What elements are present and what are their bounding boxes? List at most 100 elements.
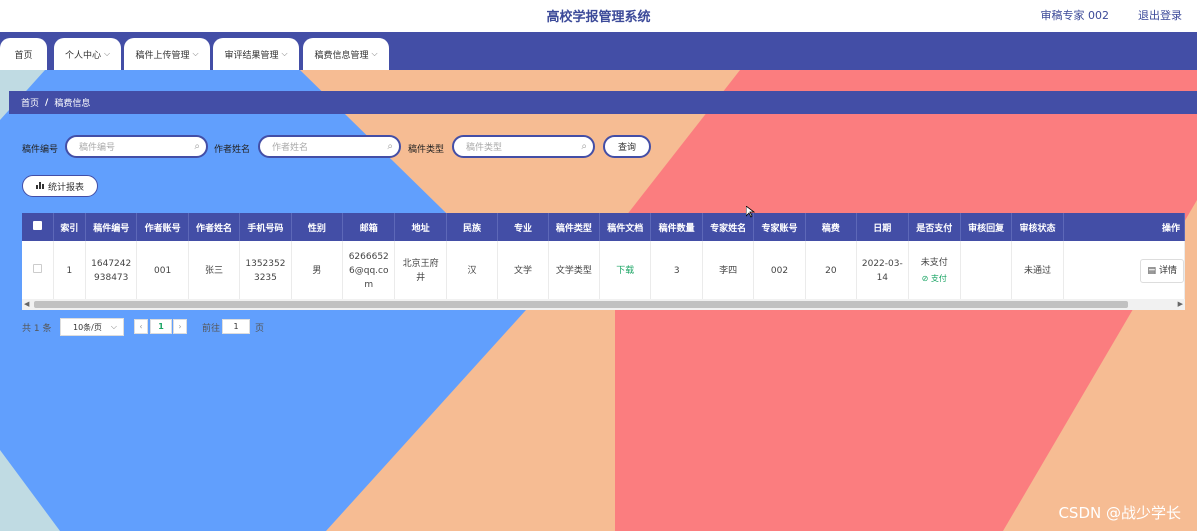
breadcrumb-separator: / bbox=[45, 97, 49, 108]
cell-manuscript-no: 1647242938473 bbox=[85, 241, 138, 300]
cell-document: 下载 bbox=[599, 241, 652, 300]
pay-button[interactable]: ⊘ 支付 bbox=[912, 272, 957, 286]
manuscript-no-input[interactable]: 稿件编号 ⌕ bbox=[65, 135, 208, 158]
goto-page-input[interactable]: 1 bbox=[222, 319, 250, 334]
horizontal-scrollbar[interactable]: ◀ ▶ bbox=[22, 299, 1185, 310]
nav-manuscript-upload[interactable]: 稿件上传管理 ⌵ bbox=[124, 38, 210, 70]
download-link[interactable]: 下载 bbox=[616, 266, 634, 276]
row-select-cell[interactable] bbox=[22, 241, 54, 300]
query-button[interactable]: 查询 bbox=[603, 135, 651, 158]
main-nav: 首页 个人中心 ⌵ 稿件上传管理 ⌵ 审评结果管理 ⌵ 稿费信息管理 ⌵ bbox=[0, 32, 1197, 70]
breadcrumb: 首页 / 稿费信息 bbox=[9, 91, 1197, 114]
column-header: 稿件数量 bbox=[650, 213, 703, 241]
chevron-down-icon: ⌵ bbox=[281, 49, 288, 58]
column-header: 邮箱 bbox=[342, 213, 396, 241]
column-header: 索引 bbox=[53, 213, 87, 241]
page-number-current[interactable]: 1 bbox=[150, 319, 172, 334]
stats-report-label: 统计报表 bbox=[47, 182, 84, 193]
table-row: 1 1647242938473 001 张三 13523523235 男 626… bbox=[22, 241, 1185, 300]
cell-author-name: 张三 bbox=[188, 241, 241, 300]
cell-major: 文学 bbox=[497, 241, 549, 300]
nav-review-results[interactable]: 审评结果管理 ⌵ bbox=[213, 38, 299, 70]
pagination-total: 共 1 条 bbox=[22, 324, 52, 334]
nav-home[interactable]: 首页 bbox=[0, 38, 47, 70]
scroll-right-arrow-icon[interactable]: ▶ bbox=[1178, 300, 1183, 308]
nav-home-label: 首页 bbox=[14, 50, 33, 61]
author-name-input[interactable]: 作者姓名 ⌕ bbox=[258, 135, 401, 158]
cell-count: 3 bbox=[650, 241, 703, 300]
cell-address: 北京王府井 bbox=[394, 241, 447, 300]
column-header: 是否支付 bbox=[908, 213, 961, 241]
cell-expert-account: 002 bbox=[753, 241, 806, 300]
search-icon: ⌕ bbox=[387, 141, 393, 152]
detail-button-label: 详情 bbox=[1158, 265, 1177, 276]
row-checkbox[interactable] bbox=[32, 263, 42, 273]
select-all-header[interactable] bbox=[22, 213, 54, 241]
manuscript-no-label: 稿件编号 bbox=[22, 145, 59, 155]
cell-gender: 男 bbox=[291, 241, 344, 300]
scrollbar-thumb[interactable] bbox=[34, 301, 1128, 308]
breadcrumb-home[interactable]: 首页 bbox=[21, 96, 39, 109]
nav-fee-info[interactable]: 稿费信息管理 ⌵ bbox=[303, 38, 389, 70]
author-name-placeholder: 作者姓名 bbox=[272, 143, 309, 153]
stats-report-button[interactable]: 统计报表 bbox=[22, 175, 98, 197]
manuscript-type-input[interactable]: 稿件类型 ⌕ bbox=[452, 135, 595, 158]
manuscript-type-label: 稿件类型 bbox=[408, 145, 445, 155]
cell-expert-name: 李四 bbox=[702, 241, 755, 300]
system-title: 高校学报管理系统 bbox=[546, 10, 651, 25]
cell-date: 2022-03-14 bbox=[856, 241, 909, 300]
search-icon: ⌕ bbox=[194, 141, 200, 152]
nav-personal-center-label: 个人中心 bbox=[64, 50, 101, 61]
nav-manuscript-upload-label: 稿件上传管理 bbox=[135, 50, 190, 61]
column-header: 稿件编号 bbox=[85, 213, 138, 241]
chevron-down-icon: ⌵ bbox=[192, 49, 199, 58]
column-header: 操作 bbox=[1063, 213, 1185, 241]
prev-page-button[interactable]: ‹ bbox=[134, 319, 148, 334]
author-name-label: 作者姓名 bbox=[214, 145, 251, 155]
fee-table: 索引 稿件编号 作者账号 作者姓名 手机号码 性别 邮箱 地址 民族 专业 稿件… bbox=[22, 213, 1185, 310]
column-header: 日期 bbox=[856, 213, 909, 241]
column-header: 作者账号 bbox=[136, 213, 189, 241]
column-header: 稿件文档 bbox=[599, 213, 652, 241]
column-header: 性别 bbox=[291, 213, 344, 241]
column-header: 民族 bbox=[446, 213, 499, 241]
select-all-checkbox[interactable] bbox=[32, 221, 42, 230]
cell-fee: 20 bbox=[805, 241, 858, 300]
page-unit-label: 页 bbox=[255, 324, 265, 334]
column-header: 稿件类型 bbox=[548, 213, 601, 241]
current-user: 审稿专家 002 bbox=[1040, 9, 1110, 22]
scroll-left-arrow-icon[interactable]: ◀ bbox=[24, 300, 29, 308]
column-header: 专家账号 bbox=[753, 213, 806, 241]
table-header-row: 索引 稿件编号 作者账号 作者姓名 手机号码 性别 邮箱 地址 民族 专业 稿件… bbox=[22, 213, 1185, 241]
column-header: 稿费 bbox=[805, 213, 858, 241]
nav-review-results-label: 审评结果管理 bbox=[224, 50, 279, 61]
column-header: 审核回复 bbox=[960, 213, 1013, 241]
cell-phone: 13523523235 bbox=[239, 241, 292, 300]
search-icon: ⌕ bbox=[581, 141, 587, 152]
cell-pay-status: 未支付 ⊘ 支付 bbox=[908, 241, 961, 300]
cell-review-reply bbox=[960, 241, 1013, 300]
nav-personal-center[interactable]: 个人中心 ⌵ bbox=[54, 38, 121, 70]
watermark: CSDN @战少学长 bbox=[1058, 504, 1181, 522]
goto-label: 前往 bbox=[202, 324, 221, 334]
cell-actions: ▤ 详情 bbox=[1063, 241, 1185, 300]
pay-status-text: 未支付 bbox=[920, 257, 948, 268]
nav-fee-info-label: 稿费信息管理 bbox=[314, 50, 369, 61]
chevron-down-icon: ⌵ bbox=[103, 49, 111, 58]
chevron-left-icon: ‹ bbox=[139, 322, 143, 331]
chevron-down-icon: ⌵ bbox=[371, 49, 378, 58]
chevron-right-icon: › bbox=[178, 322, 182, 331]
page-size-value: 10条/页 bbox=[73, 322, 102, 332]
cell-author-account: 001 bbox=[136, 241, 189, 300]
detail-button[interactable]: ▤ 详情 bbox=[1140, 258, 1184, 283]
chevron-down-icon: ⌵ bbox=[110, 322, 117, 331]
breadcrumb-current: 稿费信息 bbox=[54, 99, 91, 109]
cell-email: 62666526@qq.com bbox=[342, 241, 396, 300]
logout-link[interactable]: 退出登录 bbox=[1138, 7, 1182, 23]
next-page-button[interactable]: › bbox=[173, 319, 187, 334]
cell-manuscript-type: 文学类型 bbox=[548, 241, 601, 300]
page-size-select[interactable]: 10条/页 ⌵ bbox=[60, 318, 124, 336]
manuscript-type-placeholder: 稿件类型 bbox=[466, 143, 503, 153]
column-header: 专业 bbox=[497, 213, 549, 241]
column-header: 地址 bbox=[394, 213, 447, 241]
